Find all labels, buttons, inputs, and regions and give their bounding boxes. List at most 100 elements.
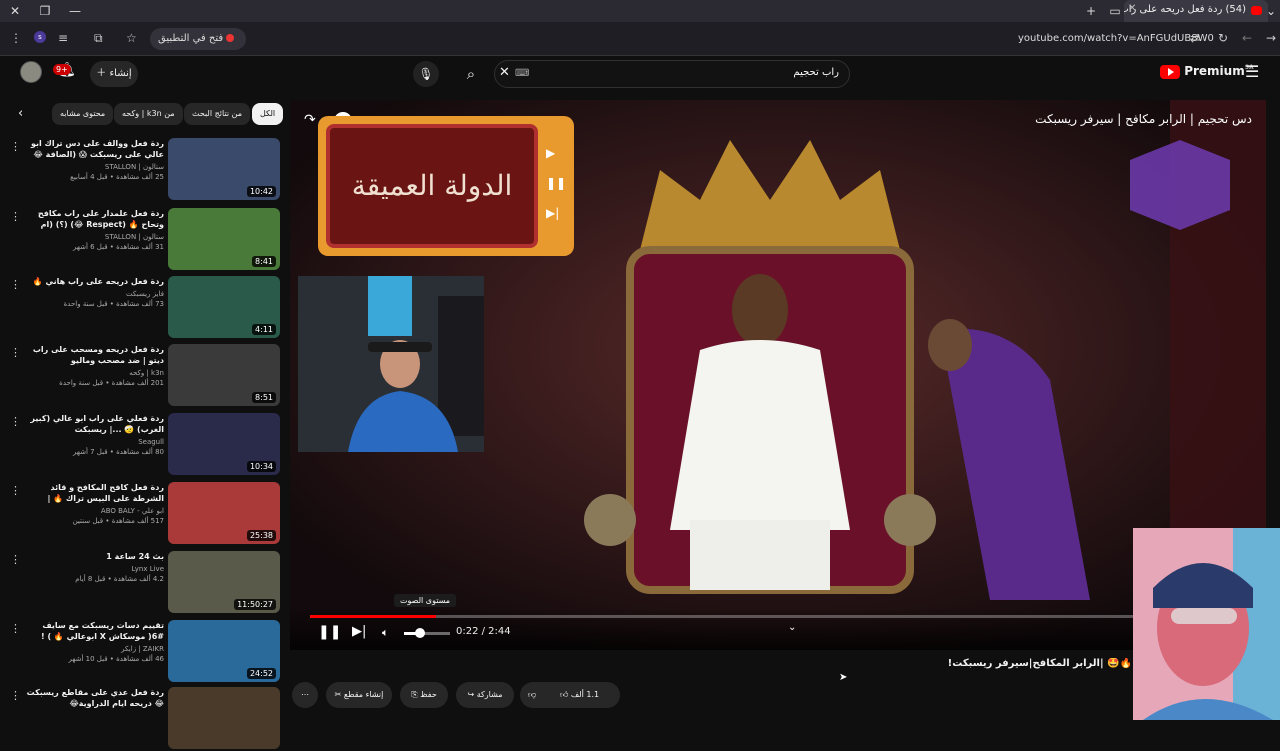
list-item[interactable]: ⋮ بث 24 ساعة 1 Lynx Live 4.2 ألف مشاهدة • ق… [0, 551, 282, 615]
extension-icon[interactable]: s [34, 31, 46, 43]
browser-tab[interactable]: ✕ (54) ردة فعل دريحه على راب [1124, 0, 1268, 22]
streamer-camera [298, 276, 484, 452]
volume-slider[interactable] [404, 628, 450, 638]
list-item-title[interactable]: ردة فعل ووالف على دس تراك ابو عالي على ر… [26, 138, 164, 160]
video-thumbnail[interactable]: 11:50:27 [168, 551, 280, 613]
forward-icon[interactable]: → [1266, 31, 1276, 45]
search-icon[interactable]: ⌕ [458, 61, 484, 87]
tab-close-icon[interactable]: ✕ [1128, 3, 1136, 14]
minimize-icon[interactable]: — [66, 2, 84, 20]
list-item-title[interactable]: ردة فعل علمدار على راب مكافح وتحاح 🔥 (Re… [26, 208, 164, 230]
list-item[interactable]: ⋮ ردة فعل عدي على مقاطع ريسبكت 😂 دريحه اي… [0, 687, 282, 751]
dislike-icon[interactable]: 👎︎ [528, 682, 536, 708]
list-item-title[interactable]: ردة فعل دريحه على راب هاني 🔥 [26, 276, 164, 287]
list-item[interactable]: ⋮ ردة فعل ووالف على دس تراك ابو عالي على … [0, 138, 282, 202]
reload-icon[interactable]: ↻ [1218, 31, 1228, 45]
more-vert-icon[interactable]: ⋮ [10, 346, 21, 359]
more-vert-icon[interactable]: ⋮ [10, 689, 21, 702]
chip-from-search[interactable]: من نتائج البحث [184, 103, 251, 125]
list-item-title[interactable]: ردة فعلي على راب ابو عالي (كبير الغرب) 🤕… [26, 413, 164, 435]
duration-badge: 25:38 [246, 530, 276, 541]
more-vert-icon[interactable]: ⋮ [10, 415, 21, 428]
clip-button[interactable]: إنشاء مقطع ✂ [326, 682, 392, 708]
share-label: مشاركة [476, 690, 503, 699]
volume-icon[interactable]: 🔈︎ [382, 626, 389, 640]
list-item-title[interactable]: ردة فعل دريحه ومسحب على راب ديتو | ضد مص… [26, 344, 164, 366]
video-thumbnail[interactable]: 8:41 [168, 208, 280, 270]
more-vert-icon[interactable]: ⋮ [10, 553, 21, 566]
menu-icon[interactable]: ☰ [1245, 62, 1259, 81]
youtube-premium-logo[interactable]: PremiumSA [1160, 64, 1254, 82]
chip-all[interactable]: الكل [252, 103, 284, 125]
like-button[interactable]: 1.1 ألف 👍︎ [560, 682, 599, 708]
list-item-title[interactable]: ردة فعل عدي على مقاطع ريسبكت 😂 دريحه ايا… [26, 687, 164, 709]
video-thumbnail[interactable]: 4:11 [168, 276, 280, 338]
open-in-app-button[interactable]: فتح في التطبيق [150, 28, 247, 50]
menu-dots-icon[interactable]: ⋮ [10, 31, 22, 45]
restore-icon[interactable]: ❐ [36, 2, 54, 20]
list-item-channel[interactable]: ستالون | STALLON [26, 232, 164, 242]
video-thumbnail[interactable]: 10:42 [168, 138, 280, 200]
list-item-text: ردة فعل دريحه ومسحب على راب ديتو | ضد مص… [26, 344, 164, 388]
chip-related[interactable]: محتوى مشابه [52, 103, 114, 125]
mic-icon[interactable]: 🎙︎ [413, 61, 439, 87]
list-item-channel[interactable]: ابو علي - ABO BALY [26, 506, 164, 516]
new-tab-icon[interactable]: + [1082, 2, 1100, 20]
more-vert-icon[interactable]: ⋮ [10, 484, 21, 497]
share-button[interactable]: مشاركة ↪ [456, 682, 514, 708]
more-icon[interactable]: ⋯ [292, 682, 318, 708]
list-item[interactable]: ⋮ ردة فعل دريحه على راب هاني 🔥 فايز ريسبكت… [0, 276, 282, 340]
search-input[interactable] [559, 67, 839, 78]
mute-tab-icon[interactable]: ▭ [1106, 2, 1124, 20]
video-thumbnail[interactable]: 24:52 [168, 620, 280, 682]
streamer-image [298, 276, 484, 452]
share-arrow-icon[interactable]: ↷ [304, 112, 316, 128]
more-vert-icon[interactable]: ⋮ [10, 278, 21, 291]
list-item-title[interactable]: ردة فعل كافح المكافح و قائد الشرطة على ا… [26, 482, 164, 504]
list-item-channel[interactable]: ستالون | STALLON [26, 162, 164, 172]
close-icon[interactable]: ✕ [6, 2, 24, 20]
tab-list-icon[interactable]: ⌄ [1262, 2, 1280, 20]
video-thumbnail[interactable]: 8:51 [168, 344, 280, 406]
list-item-title[interactable]: بث 24 ساعة 1 [26, 551, 164, 562]
list-item-title[interactable]: تقييم دسات ريسبكت مع سايف #6( موسكاش X ا… [26, 620, 164, 642]
progress-bar[interactable] [310, 615, 1250, 618]
video-player[interactable]: دس تحجيم | الرابر مكافح | سيرفر ريسبكت ↷… [290, 100, 1266, 650]
like-dislike-group: 👎︎ 1.1 ألف 👍︎ [520, 682, 620, 708]
list-item-channel[interactable]: Lynx Live [26, 564, 165, 574]
site-settings-icon[interactable]: ⇄ [1190, 31, 1200, 45]
list-item-channel[interactable]: ZAIKR | زايكر [26, 644, 164, 654]
extensions-icon[interactable]: ⧉ [94, 31, 103, 46]
address-bar: ⋮ s ≡ ⧉ ☆ فتح في التطبيق youtube.com/wat… [0, 22, 1280, 56]
list-item[interactable]: ⋮ ردة فعل كافح المكافح و قائد الشرطة على … [0, 482, 282, 546]
chip-channel[interactable]: من k3n | وكحه [114, 103, 183, 125]
list-item-text: ردة فعل كافح المكافح و قائد الشرطة على ا… [26, 482, 164, 526]
video-thumbnail[interactable] [168, 687, 280, 749]
keyboard-icon[interactable]: ⌨ [515, 68, 529, 79]
list-item-channel[interactable]: فايز ريسبكت [26, 289, 164, 299]
create-button[interactable]: ＋ إنشاء [90, 61, 138, 87]
reader-icon[interactable]: ≡ [58, 31, 68, 45]
list-item[interactable]: ⋮ تقييم دسات ريسبكت مع سايف #6( موسكاش X … [0, 620, 282, 684]
duration-badge: 8:41 [252, 256, 276, 267]
back-icon[interactable]: ← [1242, 31, 1252, 45]
url-text[interactable]: youtube.com/watch?v=AnFGUdUB8W0 [1018, 33, 1214, 44]
list-item-channel[interactable]: k3n | وكحه [26, 368, 164, 378]
pause-icon[interactable]: ❚❚ [318, 624, 341, 640]
bookmark-star-icon[interactable]: ☆ [126, 31, 137, 45]
video-thumbnail[interactable]: 25:38 [168, 482, 280, 544]
list-item-channel[interactable]: Seagull [26, 437, 164, 447]
list-item[interactable]: ⋮ ردة فعلي على راب ابو عالي (كبير الغرب) … [0, 413, 282, 477]
chevron-down-icon[interactable]: ⌄ [788, 622, 796, 633]
avatar[interactable] [20, 61, 42, 83]
list-item[interactable]: ⋮ ردة فعل علمدار على راب مكافح وتحاح 🔥 (R… [0, 208, 282, 272]
next-icon[interactable]: ▶| [352, 624, 366, 639]
chevron-left-icon[interactable]: ‹ [18, 106, 23, 121]
save-button[interactable]: حفظ ⎘ [400, 682, 448, 708]
video-thumbnail[interactable]: 10:34 [168, 413, 280, 475]
more-vert-icon[interactable]: ⋮ [10, 140, 21, 153]
more-vert-icon[interactable]: ⋮ [10, 622, 21, 635]
more-vert-icon[interactable]: ⋮ [10, 210, 21, 223]
clear-search-icon[interactable]: ✕ [499, 65, 510, 80]
list-item[interactable]: ⋮ ردة فعل دريحه ومسحب على راب ديتو | ضد م… [0, 344, 282, 408]
